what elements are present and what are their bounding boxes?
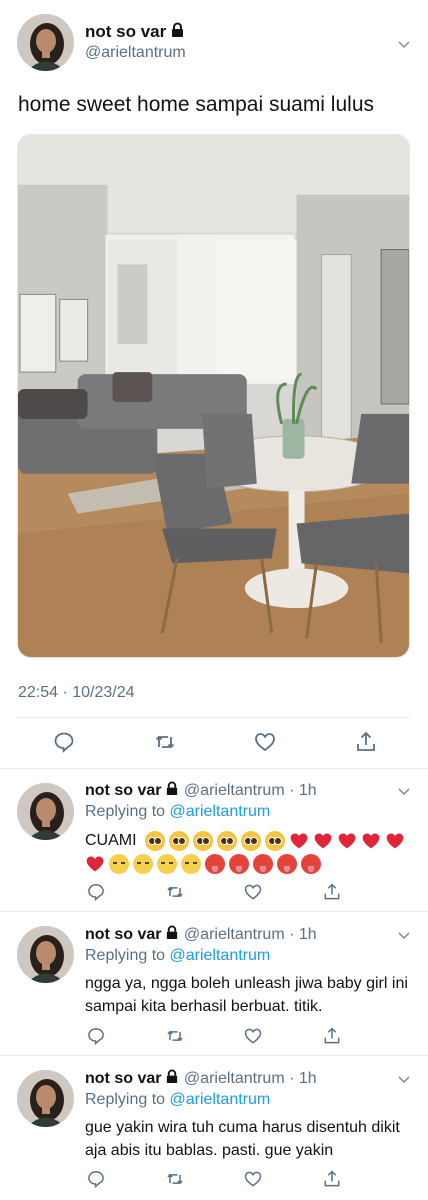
- share-icon[interactable]: [354, 729, 378, 755]
- sad-face-emoji: [157, 854, 177, 874]
- red-heart-emoji: [86, 856, 104, 872]
- emoji-line: [85, 854, 410, 874]
- chevron-down-icon[interactable]: [396, 36, 412, 52]
- share-icon[interactable]: [322, 881, 342, 903]
- tweet-text: home sweet home sampai suami lulus: [18, 93, 374, 116]
- mention-link[interactable]: @arieltantrum: [170, 803, 271, 820]
- replying-to: Replying to @arieltantrum: [85, 947, 270, 965]
- display-name[interactable]: not so var: [85, 782, 161, 799]
- handle-time[interactable]: @arieltantrum · 1h: [184, 926, 317, 943]
- reply-text: CUAMI: [85, 827, 410, 874]
- reply-tweet[interactable]: not so var @arieltantrum · 1h Replying t…: [0, 769, 428, 912]
- pleading-face-emoji: [216, 830, 237, 851]
- hot-face-emoji: [205, 854, 225, 874]
- reply-action-bar: [86, 881, 342, 903]
- avatar[interactable]: [17, 14, 74, 71]
- replying-to: Replying to @arieltantrum: [85, 803, 270, 821]
- chevron-down-icon[interactable]: [396, 927, 412, 943]
- avatar[interactable]: [17, 1070, 74, 1127]
- mention-link[interactable]: @arieltantrum: [170, 1091, 271, 1108]
- reply-icon[interactable]: [86, 881, 106, 903]
- red-heart-emoji: [386, 833, 403, 848]
- reply-tweet[interactable]: not so var @arieltantrum · 1h Replying t…: [0, 912, 428, 1056]
- reply-tweet[interactable]: not so var @arieltantrum · 1h Replying t…: [0, 1056, 428, 1200]
- hot-face-emoji: [277, 854, 297, 874]
- replying-label: Replying to: [85, 1091, 166, 1108]
- like-icon[interactable]: [243, 1168, 263, 1190]
- reply-icon[interactable]: [52, 729, 76, 755]
- pleading-face-emoji: [240, 830, 261, 851]
- pleading-face-emoji: [192, 830, 213, 851]
- handle-time[interactable]: @arieltantrum · 1h: [184, 782, 317, 799]
- reply-header: not so var @arieltantrum · 1h: [85, 781, 317, 801]
- display-name[interactable]: not so var: [85, 1070, 161, 1087]
- red-heart-emoji: [362, 833, 379, 848]
- red-heart-emoji: [290, 833, 307, 848]
- chevron-down-icon[interactable]: [396, 783, 412, 799]
- mention-link[interactable]: @arieltantrum: [170, 947, 271, 964]
- retweet-icon[interactable]: [165, 1025, 185, 1047]
- main-action-bar: [52, 729, 378, 755]
- pleading-face-emoji: [144, 830, 165, 851]
- retweet-icon[interactable]: [153, 729, 177, 755]
- lock-icon: [165, 1069, 179, 1089]
- reply-text: ngga ya, ngga boleh unleash jiwa baby gi…: [85, 975, 408, 1015]
- share-icon[interactable]: [322, 1025, 342, 1047]
- reply-action-bar: [86, 1168, 342, 1190]
- like-icon[interactable]: [253, 729, 277, 755]
- chevron-down-icon[interactable]: [396, 1071, 412, 1087]
- reply-header: not so var @arieltantrum · 1h: [85, 1069, 317, 1089]
- lock-icon: [170, 22, 185, 43]
- pleading-face-emoji: [264, 830, 285, 851]
- pleading-face-emoji: [168, 830, 189, 851]
- timestamp[interactable]: 22:54 · 10/23/24: [18, 684, 135, 702]
- retweet-icon[interactable]: [165, 1168, 185, 1190]
- sad-face-emoji: [181, 854, 201, 874]
- lock-icon: [165, 925, 179, 945]
- sad-face-emoji: [109, 854, 129, 874]
- reply-text-word: CUAMI: [85, 832, 137, 849]
- reply-icon[interactable]: [86, 1168, 106, 1190]
- reply-text: gue yakin wira tuh cuma harus disentuh d…: [85, 1119, 400, 1159]
- handle[interactable]: @arieltantrum: [85, 44, 186, 62]
- reply-action-bar: [86, 1025, 342, 1047]
- display-name[interactable]: not so var: [85, 22, 185, 43]
- like-icon[interactable]: [243, 1025, 263, 1047]
- emoji-line: CUAMI: [85, 829, 410, 852]
- avatar[interactable]: [17, 926, 74, 983]
- replying-to: Replying to @arieltantrum: [85, 1091, 270, 1109]
- display-name[interactable]: not so var: [85, 926, 161, 943]
- reply-icon[interactable]: [86, 1025, 106, 1047]
- reply-header: not so var @arieltantrum · 1h: [85, 925, 317, 945]
- divider: [17, 717, 410, 718]
- retweet-icon[interactable]: [165, 881, 185, 903]
- hot-face-emoji: [229, 854, 249, 874]
- red-heart-emoji: [338, 833, 355, 848]
- share-icon[interactable]: [322, 1168, 342, 1190]
- sad-face-emoji: [133, 854, 153, 874]
- like-icon[interactable]: [243, 881, 263, 903]
- avatar[interactable]: [17, 783, 74, 840]
- hot-face-emoji: [253, 854, 273, 874]
- replying-label: Replying to: [85, 803, 166, 820]
- tweet-photo[interactable]: [17, 134, 410, 658]
- replying-label: Replying to: [85, 947, 166, 964]
- display-name-text[interactable]: not so var: [85, 22, 166, 41]
- lock-icon: [165, 781, 179, 801]
- hot-face-emoji: [301, 854, 321, 874]
- handle-time[interactable]: @arieltantrum · 1h: [184, 1070, 317, 1087]
- red-heart-emoji: [314, 833, 331, 848]
